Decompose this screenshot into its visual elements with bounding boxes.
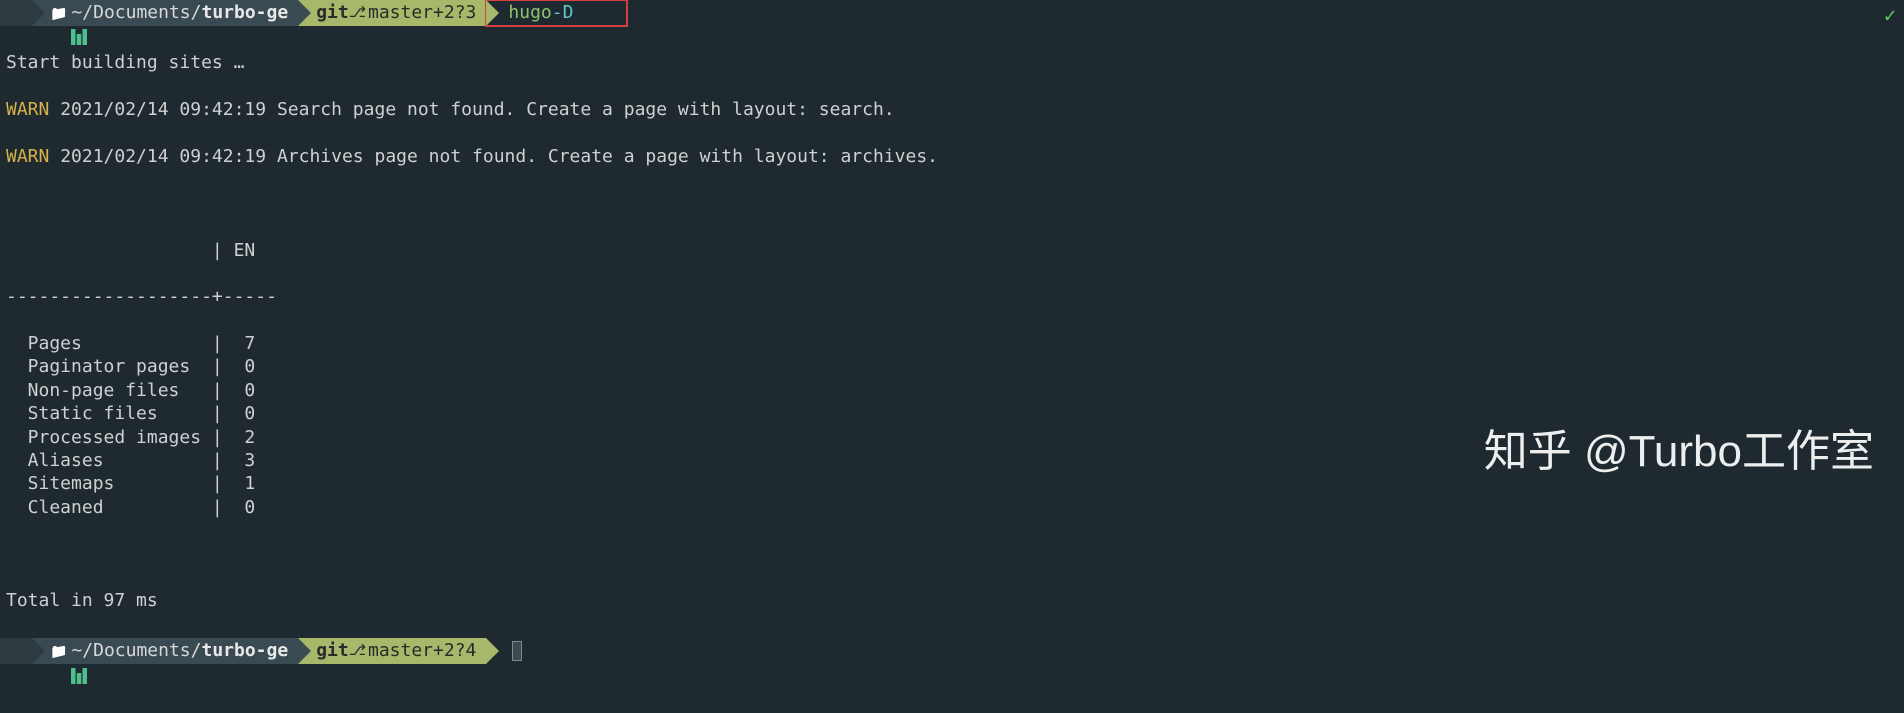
table-row: Non-page files | 0 bbox=[6, 379, 1898, 402]
os-logo-segment bbox=[0, 0, 32, 26]
cursor bbox=[512, 641, 522, 661]
command-name: hugo bbox=[508, 1, 551, 24]
terminal-output: Start building sites … WARN 2021/02/14 0… bbox=[0, 26, 1904, 638]
table-row: Paginator pages | 0 bbox=[6, 355, 1898, 378]
table-row: Pages | 7 bbox=[6, 332, 1898, 355]
path-dir: turbo-ge bbox=[201, 639, 288, 662]
blank-line bbox=[6, 192, 1898, 215]
warn-timestamp: 2021/02/14 09:42:19 bbox=[60, 146, 266, 167]
path-prefix: ~/Documents/ bbox=[71, 1, 201, 24]
path-segment: ~/Documents/turbo-ge bbox=[32, 0, 298, 26]
warn-label: WARN bbox=[6, 146, 49, 167]
git-segment: git ⎇ master +2 ?3 bbox=[298, 0, 486, 26]
warn-message: Search page not found. Create a page wit… bbox=[277, 99, 895, 120]
branch-icon: ⎇ bbox=[349, 641, 366, 661]
prompt-line-1: ~/Documents/turbo-ge git ⎇ master +2 ?3 … bbox=[0, 0, 1904, 26]
command-segment[interactable]: hugo -D bbox=[486, 0, 626, 26]
git-segment: git ⎇ master +2 ?4 bbox=[298, 638, 486, 664]
output-total: Total in 97 ms bbox=[6, 589, 1898, 612]
path-prefix: ~/Documents/ bbox=[71, 639, 201, 662]
git-untracked: ?4 bbox=[455, 639, 477, 662]
manjaro-icon bbox=[6, 643, 22, 659]
git-untracked: ?3 bbox=[455, 1, 477, 24]
git-label: git bbox=[316, 1, 349, 24]
folder-icon bbox=[50, 639, 71, 662]
path-segment: ~/Documents/turbo-ge bbox=[32, 638, 298, 664]
os-logo-segment bbox=[0, 638, 32, 664]
prompt-line-2[interactable]: ~/Documents/turbo-ge git ⎇ master +2 ?4 bbox=[0, 638, 1904, 664]
branch-icon: ⎇ bbox=[349, 3, 366, 23]
git-ahead: +2 bbox=[433, 1, 455, 24]
warn-timestamp: 2021/02/14 09:42:19 bbox=[60, 99, 266, 120]
git-ahead: +2 bbox=[433, 639, 455, 662]
folder-icon bbox=[50, 1, 71, 24]
command-flag: -D bbox=[552, 1, 574, 24]
git-label: git bbox=[316, 639, 349, 662]
warn-message: Archives page not found. Create a page w… bbox=[277, 146, 938, 167]
blank-line bbox=[6, 543, 1898, 566]
output-line: Start building sites … bbox=[6, 51, 1898, 74]
table-separator: -------------------+----- bbox=[6, 285, 1898, 308]
git-branch: master bbox=[368, 639, 433, 662]
table-header: | EN bbox=[6, 239, 1898, 262]
status-check-icon: ✓ bbox=[1884, 2, 1896, 28]
manjaro-icon bbox=[6, 5, 22, 21]
watermark: 知 知乎 @Turbo工作室 bbox=[1484, 423, 1874, 480]
output-warn-2: WARN 2021/02/14 09:42:19 Archives page n… bbox=[6, 145, 1898, 168]
watermark-text: 知乎 @Turbo工作室 bbox=[1484, 423, 1874, 480]
warn-label: WARN bbox=[6, 99, 49, 120]
git-branch: master bbox=[368, 1, 433, 24]
output-warn-1: WARN 2021/02/14 09:42:19 Search page not… bbox=[6, 98, 1898, 121]
path-dir: turbo-ge bbox=[201, 1, 288, 24]
